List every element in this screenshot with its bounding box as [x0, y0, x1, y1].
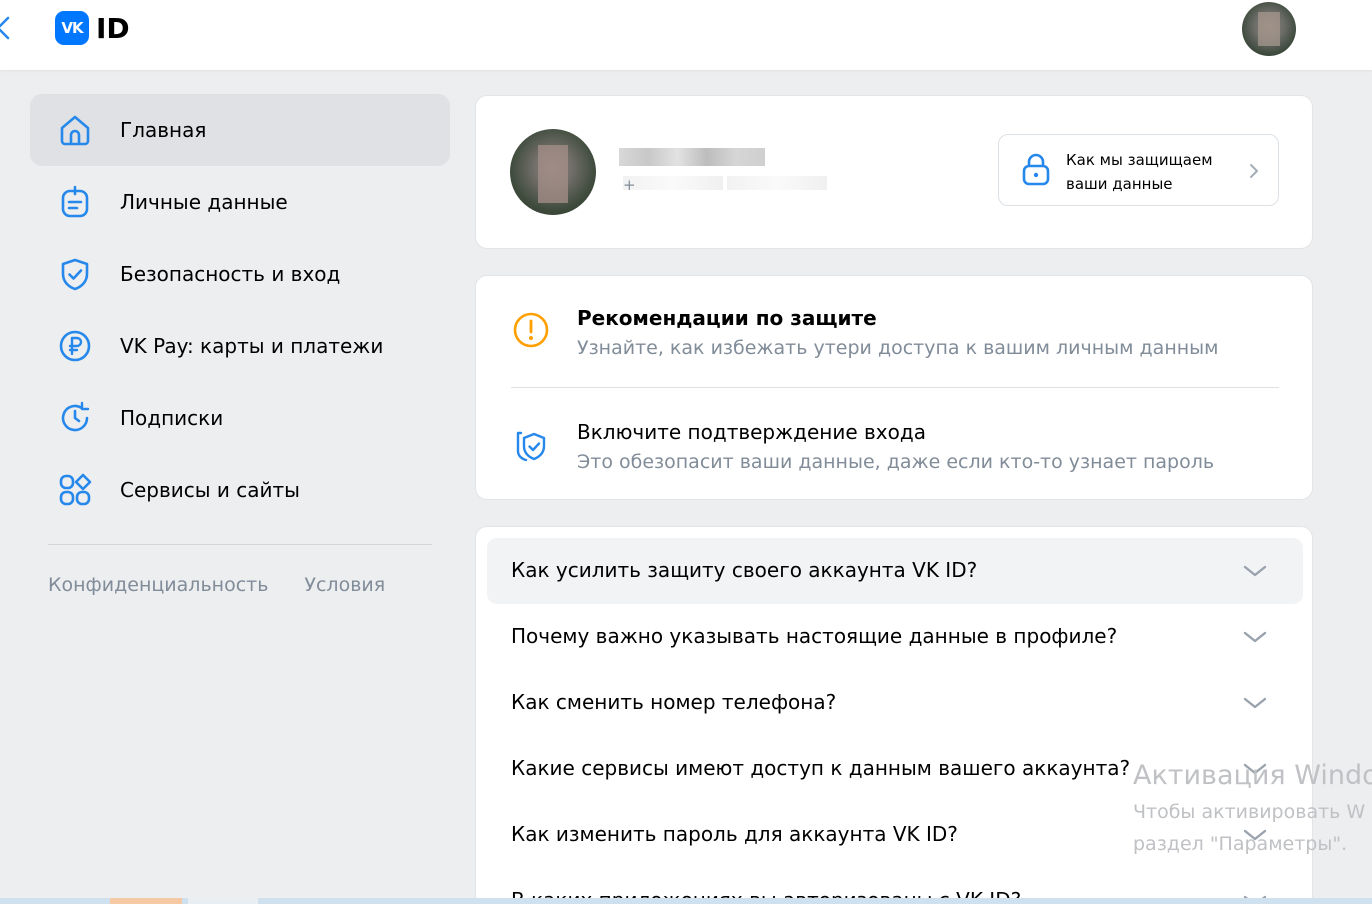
chevron-down-icon — [1241, 562, 1269, 580]
faq-card: Как усилить защиту своего аккаунта VK ID… — [475, 526, 1313, 904]
taskbar-strip — [0, 898, 1372, 904]
chevron-down-icon — [1241, 628, 1269, 646]
faq-item[interactable]: Какие сервисы имеют доступ к данным ваше… — [487, 736, 1303, 802]
faq-question: Как усилить защиту своего аккаунта VK ID… — [511, 558, 978, 582]
taskbar-item[interactable] — [110, 898, 182, 904]
sidebar-item-security[interactable]: Безопасность и вход — [30, 238, 450, 310]
recommendation-subtitle: Это обезопасит ваши данные, даже если кт… — [577, 451, 1215, 473]
sidebar-divider — [48, 544, 432, 545]
recommendation-title: Включите подтверждение входа — [577, 420, 926, 444]
profile-avatar[interactable] — [510, 129, 596, 215]
sidebar-item-label: Главная — [120, 118, 207, 142]
phone-blur — [727, 175, 827, 190]
chevron-down-icon — [1241, 760, 1269, 778]
sidebar-item-services[interactable]: Сервисы и сайты — [30, 454, 450, 526]
services-icon — [56, 471, 94, 509]
faq-item[interactable]: Как усилить защиту своего аккаунта VK ID… — [487, 538, 1303, 604]
ruble-icon — [56, 327, 94, 365]
vk-id-logo[interactable]: VK ID — [55, 11, 130, 45]
faq-question: Как сменить номер телефона? — [511, 690, 837, 714]
back-arrow-icon[interactable] — [0, 14, 14, 42]
faq-item[interactable]: Как сменить номер телефона? — [487, 670, 1303, 736]
chevron-down-icon — [1241, 826, 1269, 844]
home-icon — [56, 111, 94, 149]
faq-item[interactable]: Почему важно указывать настоящие данные … — [487, 604, 1303, 670]
privacy-link[interactable]: Конфиденциальность — [48, 574, 268, 596]
faq-item[interactable]: Как изменить пароль для аккаунта VK ID? — [487, 802, 1303, 868]
sidebar-item-label: Безопасность и вход — [120, 262, 341, 286]
sidebar-item-label: Подписки — [120, 406, 224, 430]
logo-text: ID — [96, 11, 130, 45]
sidebar-item-vk-pay[interactable]: VK Pay: карты и платежи — [30, 310, 450, 382]
user-avatar[interactable] — [1242, 2, 1296, 56]
faq-question: Как изменить пароль для аккаунта VK ID? — [511, 822, 958, 846]
recommendation-item[interactable]: Включите подтверждение входа Это обезопа… — [476, 388, 1312, 488]
sidebar-item-home[interactable]: Главная — [30, 94, 450, 166]
personal-data-icon — [56, 183, 94, 221]
sidebar-item-personal-data[interactable]: Личные данные — [30, 166, 450, 238]
phone-prefix: + — [623, 175, 723, 194]
profile-name-redacted — [619, 148, 765, 166]
sidebar-footer-links: Конфиденциальность Условия — [48, 574, 385, 596]
lock-icon — [1021, 153, 1051, 187]
sidebar: Главная Личные данные Безопасность и вхо… — [30, 94, 450, 596]
two-factor-shield-icon — [512, 425, 550, 463]
shield-icon — [56, 255, 94, 293]
sidebar-item-label: VK Pay: карты и платежи — [120, 334, 384, 358]
data-protection-label: Как мы защищаем ваши данные — [1066, 151, 1213, 193]
profile-card: + Как мы защищаем ваши данные — [475, 95, 1313, 249]
sidebar-item-label: Личные данные — [120, 190, 288, 214]
taskbar-item[interactable] — [188, 898, 258, 904]
data-protection-button[interactable]: Как мы защищаем ваши данные — [998, 134, 1279, 206]
top-bar: VK ID — [0, 0, 1372, 70]
profile-phone-redacted: + — [619, 173, 827, 194]
vk-logo-badge: VK — [55, 11, 89, 45]
sidebar-item-label: Сервисы и сайты — [120, 478, 300, 502]
recommendation-title: Рекомендации по защите — [577, 306, 877, 330]
subscription-icon — [56, 399, 94, 437]
faq-question: Почему важно указывать настоящие данные … — [511, 624, 1118, 648]
warning-icon — [512, 311, 550, 349]
sidebar-item-subscriptions[interactable]: Подписки — [30, 382, 450, 454]
security-recommendations-card: Рекомендации по защите Узнайте, как избе… — [475, 275, 1313, 500]
faq-question: Какие сервисы имеют доступ к данным ваше… — [511, 756, 1131, 780]
chevron-right-icon — [1247, 161, 1261, 181]
terms-link[interactable]: Условия — [304, 574, 385, 596]
chevron-down-icon — [1241, 694, 1269, 712]
recommendation-subtitle: Узнайте, как избежать утери доступа к ва… — [577, 337, 1219, 359]
recommendation-item[interactable]: Рекомендации по защите Узнайте, как избе… — [476, 276, 1312, 376]
